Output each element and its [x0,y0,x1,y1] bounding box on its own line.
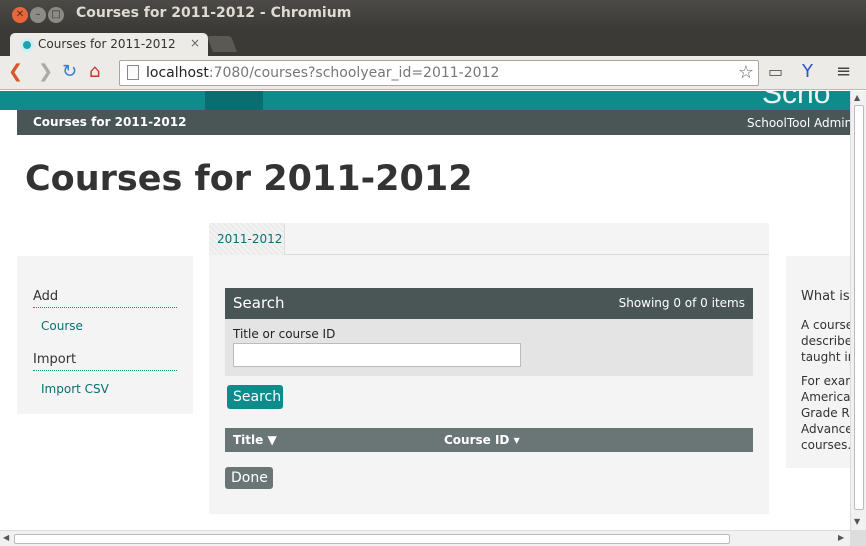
help-text-line: Grade Re [801,406,850,420]
horizontal-scrollbar[interactable]: ◀ ▶ [0,530,850,546]
search-panel: Search Showing 0 of 0 items Title or cou… [225,288,753,376]
breadcrumb[interactable]: Courses for 2011-2012 [33,115,186,129]
search-input[interactable] [233,343,521,367]
window-title: Courses for 2011-2012 - Chromium [76,5,352,21]
search-header: Search Showing 0 of 0 items [225,288,753,319]
sidebar-heading-import: Import [33,352,177,371]
scroll-up-icon[interactable]: ▲ [854,93,860,102]
help-text-line: Advanced [801,422,850,436]
tab-2011-2012[interactable]: 2011-2012 [209,223,285,255]
new-tab-button[interactable] [207,36,237,52]
vertical-scrollbar[interactable]: ▲ ▼ [850,91,866,530]
help-text-line: American [801,390,850,404]
minimize-window-icon[interactable]: – [30,7,46,23]
tab-title: Courses for 2011-2012 [38,37,176,51]
help-text-line: taught in [801,350,850,364]
extension-icon[interactable]: Y [802,62,813,82]
browser-tab[interactable]: Courses for 2011-2012 × [10,33,208,56]
help-text-line: For exam [801,374,850,388]
top-band-accent [205,91,263,110]
maximize-window-icon[interactable]: □ [48,7,64,23]
brand-logo[interactable]: Scho [762,91,830,111]
back-icon[interactable]: ❮ [8,62,23,82]
scroll-right-icon[interactable]: ▶ [838,533,844,542]
column-course-id[interactable]: Course ID ▾ [444,433,520,447]
navbar: Courses for 2011-2012 SchoolTool Adminis [17,110,850,135]
tab-label: 2011-2012 [217,232,283,246]
page-icon [127,65,139,80]
bookmark-star-icon[interactable]: ☆ [738,62,754,83]
scroll-left-icon[interactable]: ◀ [3,533,9,542]
browser-toolbar: ❮ ❯ ↻ ⌂ localhost:7080/courses?schoolyea… [0,56,866,90]
result-count: Showing 0 of 0 items [618,296,745,310]
done-button[interactable]: Done [225,467,273,489]
search-button[interactable]: Search [227,385,283,409]
column-title[interactable]: Title ▼ [233,433,277,447]
sidebar: Add Course Import Import CSV [17,256,193,414]
home-icon[interactable]: ⌂ [89,62,100,82]
page-viewport: Scho Courses for 2011-2012 SchoolTool Ad… [0,91,850,530]
page-title: Courses for 2011-2012 [25,159,473,199]
help-heading: What is [801,289,850,304]
top-band [0,91,850,110]
menu-icon[interactable]: ≡ [836,62,851,82]
horizontal-scroll-thumb[interactable] [14,534,730,544]
cast-icon[interactable]: ▭ [768,62,783,82]
tab-close-icon[interactable]: × [190,36,200,50]
help-text-line: describes [801,334,850,348]
help-panel: What is A course describes taught in For… [786,256,850,468]
address-bar[interactable]: localhost:7080/courses?schoolyear_id=201… [119,60,759,86]
year-tabs: 2011-2012 [209,223,769,255]
field-label: Title or course ID [233,327,336,341]
sidebar-heading-add: Add [33,289,177,308]
table-header: Title ▼ Course ID ▾ [225,428,753,452]
scroll-down-icon[interactable]: ▼ [854,517,860,526]
forward-icon[interactable]: ❯ [38,62,53,82]
search-title: Search [233,294,285,312]
vertical-scroll-thumb[interactable] [854,105,864,510]
address-url[interactable]: localhost:7080/courses?schoolyear_id=201… [146,65,499,81]
scroll-corner [850,530,866,546]
help-text-line: courses. [801,438,850,452]
main-content: 2011-2012 Search Showing 0 of 0 items Ti… [209,223,769,514]
window-titlebar: ✕ – □ Courses for 2011-2012 - Chromium [0,0,866,30]
tab-strip: Courses for 2011-2012 × [0,30,866,56]
close-window-icon[interactable]: ✕ [12,7,28,23]
user-menu-link[interactable]: SchoolTool Adminis [747,116,850,130]
reload-icon[interactable]: ↻ [62,62,77,82]
favicon-icon [20,38,34,52]
sidebar-link-import-csv[interactable]: Import CSV [41,382,109,396]
sidebar-link-course[interactable]: Course [41,319,83,333]
help-text-line: A course [801,318,850,332]
